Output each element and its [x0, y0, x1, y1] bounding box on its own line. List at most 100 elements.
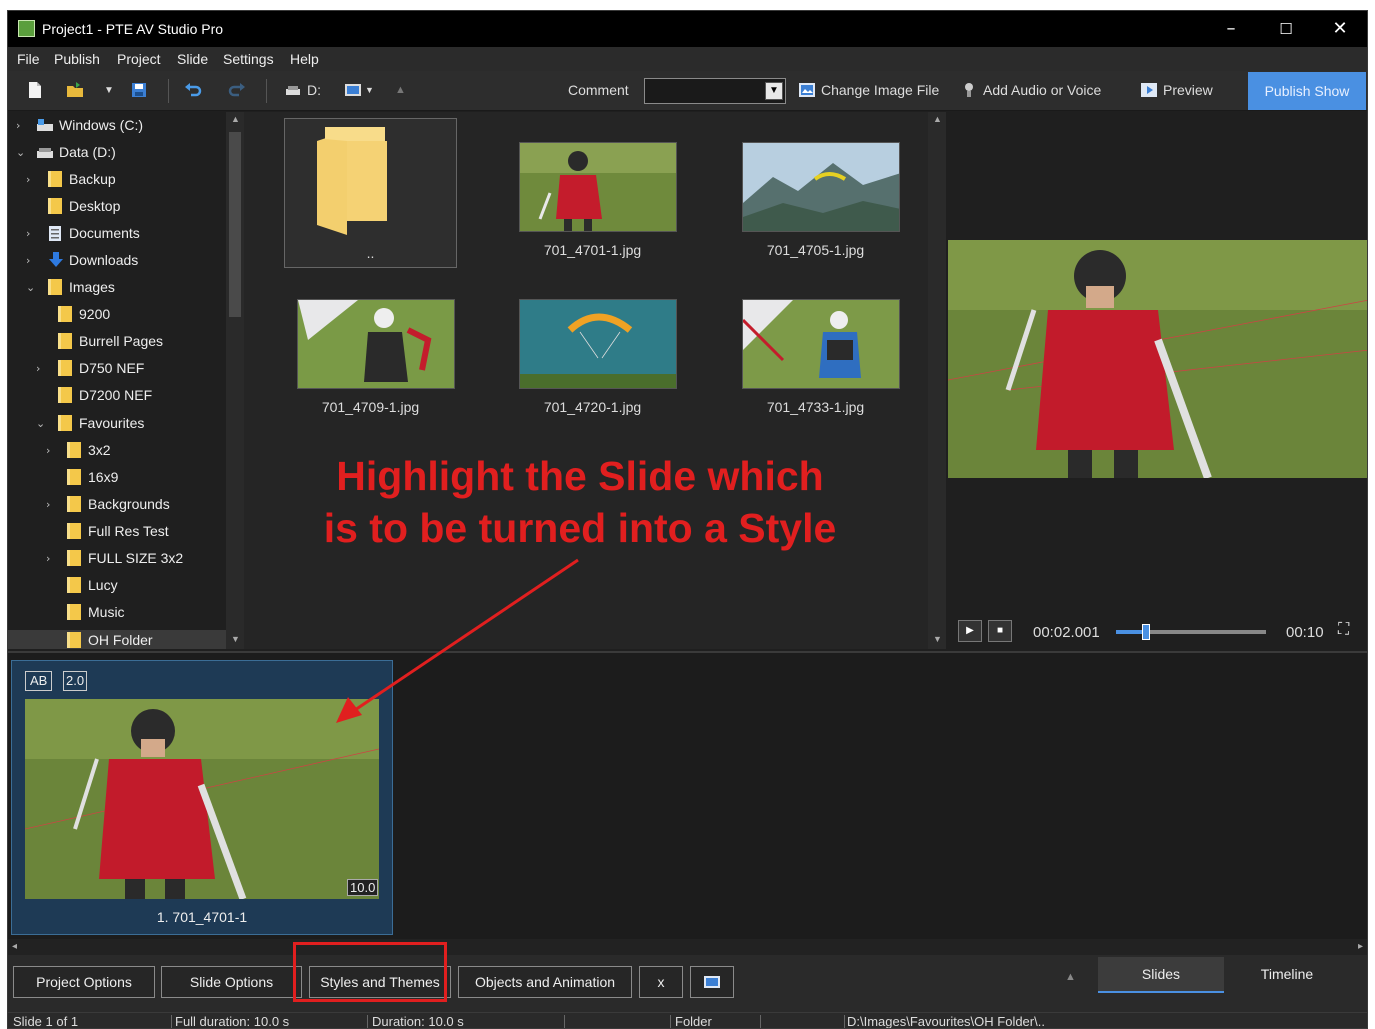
close-x-button[interactable]: x	[639, 966, 683, 998]
file-browser-scrollbar[interactable]: ▲ ▼	[928, 112, 946, 649]
scroll-thumb[interactable]	[229, 132, 241, 317]
chevron-right-icon[interactable]: ›	[26, 227, 30, 240]
change-image-icon[interactable]	[798, 81, 816, 99]
status-full-duration: Full duration: 10.0 s	[175, 1014, 290, 1029]
tab-slides[interactable]: Slides	[1098, 957, 1224, 993]
chevron-right-icon[interactable]: ›	[16, 119, 20, 132]
drive-label[interactable]: D:	[307, 82, 321, 98]
file-browser: .. 701_4701-1.jpg 701_4705-1.jpg 701_470…	[244, 112, 928, 649]
menu-publish[interactable]: Publish	[54, 51, 100, 67]
status-path: D:\Images\Favourites\OH Folder\..	[847, 1014, 1045, 1029]
file-tile[interactable]: 701_4709-1.jpg	[284, 275, 457, 425]
stop-button[interactable]: ■	[988, 620, 1012, 642]
thumbnail-image	[742, 299, 900, 389]
transition-ab-badge[interactable]: AB	[25, 671, 53, 691]
menu-bar: File Publish Project Slide Settings Help	[8, 47, 1367, 71]
play-button[interactable]: ▶	[958, 620, 982, 642]
view-dropdown-icon[interactable]: ▼	[365, 85, 374, 95]
folder-icon	[58, 306, 72, 322]
audio-voice-icon[interactable]	[960, 81, 978, 99]
tree-scrollbar[interactable]: ▲ ▼	[226, 112, 244, 649]
chevron-right-icon[interactable]: ›	[26, 173, 30, 186]
chevron-right-icon[interactable]: ›	[46, 552, 50, 565]
save-icon[interactable]	[130, 81, 148, 99]
preview-icon[interactable]	[1140, 81, 1158, 99]
publish-show-button[interactable]: Publish Show	[1248, 72, 1366, 110]
scroll-down-icon[interactable]: ▼	[231, 634, 240, 644]
preview-image	[948, 240, 1367, 478]
seek-slider[interactable]	[1116, 624, 1266, 640]
status-bar: Slide 1 of 1 Full duration: 10.0 s Durat…	[8, 1012, 1367, 1029]
folder-icon	[67, 496, 81, 512]
file-tile[interactable]: 701_4733-1.jpg	[729, 275, 902, 425]
tab-timeline[interactable]: Timeline	[1224, 957, 1350, 993]
menu-help[interactable]: Help	[290, 51, 319, 67]
minimize-button[interactable]: –	[1206, 13, 1256, 45]
file-tile-parent[interactable]: ..	[284, 118, 457, 268]
slide-duration[interactable]: 10.0	[347, 879, 379, 896]
collapse-up-icon[interactable]: ▲	[1065, 971, 1076, 983]
fullscreen-icon[interactable]: ⛶	[1338, 621, 1349, 639]
menu-settings[interactable]: Settings	[223, 51, 274, 67]
drive-icon[interactable]	[285, 85, 301, 97]
menu-project[interactable]: Project	[117, 51, 161, 67]
transition-time-badge[interactable]: 2.0	[63, 671, 88, 691]
chevron-down-icon[interactable]: ▼	[765, 82, 783, 100]
styles-themes-button[interactable]: Styles and Themes	[309, 966, 451, 998]
menu-file[interactable]: File	[17, 51, 40, 67]
add-audio-button[interactable]: Add Audio or Voice	[983, 82, 1101, 98]
close-button[interactable]: ✕	[1315, 13, 1365, 45]
menu-slide[interactable]: Slide	[177, 51, 208, 67]
tree-item-label: Backgrounds	[88, 496, 170, 512]
chevron-down-icon[interactable]: ⌄	[26, 281, 35, 294]
chevron-right-icon[interactable]: ›	[36, 362, 40, 375]
tree-item-label: Music	[88, 604, 125, 620]
new-file-icon[interactable]	[26, 81, 44, 99]
tree-item-label: Documents	[69, 225, 140, 241]
thumbnail-image	[519, 142, 677, 232]
comment-field[interactable]: ▼	[644, 78, 786, 104]
scroll-up-icon[interactable]: ▲	[933, 114, 942, 124]
seek-thumb[interactable]	[1142, 624, 1150, 640]
file-tile[interactable]: 701_4705-1.jpg	[729, 118, 902, 268]
slide-item[interactable]: AB 2.0 10.0 1. 701_4701-1	[11, 660, 393, 935]
thumbnail-image	[742, 142, 900, 232]
chevron-right-icon[interactable]: ›	[46, 444, 50, 457]
undo-icon[interactable]	[184, 81, 202, 99]
chevron-down-icon[interactable]: ⌄	[16, 146, 25, 159]
chevron-down-icon[interactable]: ⌄	[36, 417, 45, 430]
view-mode-icon[interactable]	[344, 81, 362, 99]
scroll-up-icon[interactable]: ▲	[231, 114, 240, 124]
slide-style-button[interactable]	[690, 966, 734, 998]
scroll-right-icon[interactable]: ▸	[1358, 941, 1363, 952]
slide-options-button[interactable]: Slide Options	[161, 966, 302, 998]
folder-tree: › Windows (C:) ⌄ Data (D:) › Backup Desk…	[8, 112, 226, 649]
scroll-left-icon[interactable]: ◂	[12, 941, 17, 952]
open-dropdown-icon[interactable]: ▼	[104, 85, 114, 96]
tree-item-oh-folder[interactable]: OH Folder	[8, 630, 226, 649]
up-folder-icon[interactable]: ▲	[395, 84, 406, 96]
chevron-right-icon[interactable]: ›	[46, 498, 50, 511]
scroll-down-icon[interactable]: ▼	[933, 634, 942, 644]
tree-item-label: D750 NEF	[79, 360, 145, 376]
chevron-right-icon[interactable]: ›	[26, 254, 30, 267]
slide-list-scrollbar[interactable]: ◂ ▸	[8, 939, 1367, 955]
slide-thumbnail	[25, 699, 379, 899]
file-tile[interactable]: 701_4720-1.jpg	[506, 275, 679, 425]
preview-pane	[948, 112, 1367, 649]
file-tile[interactable]: 701_4701-1.jpg	[506, 118, 679, 268]
current-time: 00:02.001	[1033, 624, 1100, 641]
maximize-button[interactable]: ☐	[1261, 13, 1311, 45]
change-image-button[interactable]: Change Image File	[821, 82, 939, 98]
player-controls: ▶ ■ 00:02.001 00:10 ⛶	[948, 615, 1367, 649]
objects-animation-button[interactable]: Objects and Animation	[458, 966, 632, 998]
status-divider	[670, 1015, 671, 1028]
preview-button[interactable]: Preview	[1163, 82, 1213, 98]
redo-icon[interactable]	[228, 81, 246, 99]
bottom-button-bar: Project Options Slide Options Styles and…	[8, 955, 1367, 1012]
tree-item-label: Windows (C:)	[59, 117, 144, 133]
open-folder-icon[interactable]	[66, 81, 84, 99]
folder-icon	[58, 360, 72, 376]
project-options-button[interactable]: Project Options	[13, 966, 155, 998]
tree-item-label: Data (D:)	[59, 144, 116, 160]
